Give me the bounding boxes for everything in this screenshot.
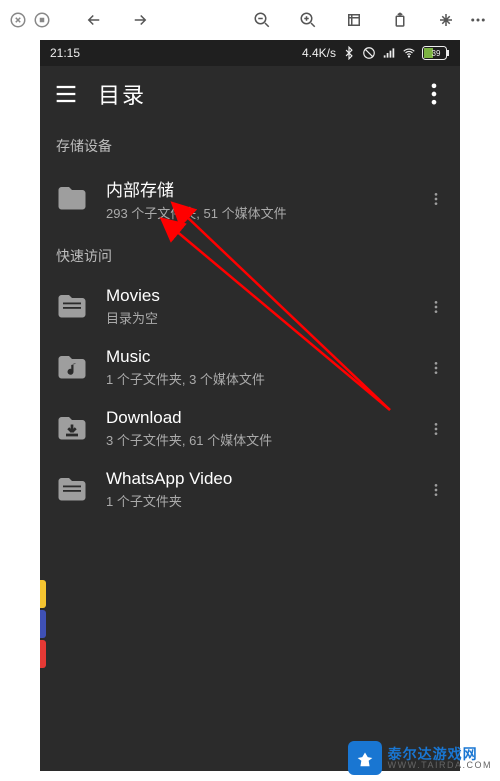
storage-internal[interactable]: 内部存储 293 个子文件夹, 51 个媒体文件 <box>40 166 460 232</box>
item-menu-icon[interactable] <box>424 409 448 449</box>
hamburger-icon[interactable] <box>52 80 80 108</box>
sparkle-icon[interactable] <box>432 6 460 34</box>
quick-item[interactable]: Download 3 个子文件夹, 61 个媒体文件 <box>40 398 460 459</box>
item-title: WhatsApp Video <box>106 469 410 489</box>
forward-icon[interactable] <box>126 6 154 34</box>
item-menu-icon[interactable] <box>424 348 448 388</box>
item-menu-icon[interactable] <box>424 470 448 510</box>
side-tab <box>40 580 46 608</box>
app-header: 目录 <box>40 66 460 122</box>
section-storage-label: 存储设备 <box>40 122 460 166</box>
zoom-in-icon[interactable] <box>294 6 322 34</box>
item-title: Movies <box>106 286 410 306</box>
item-subtitle: 3 个子文件夹, 61 个媒体文件 <box>106 430 410 449</box>
zoom-out-icon[interactable] <box>248 6 276 34</box>
clock: 21:15 <box>50 46 80 60</box>
item-title: 内部存储 <box>106 176 410 201</box>
fit-icon[interactable] <box>340 6 368 34</box>
item-title: Download <box>106 408 410 428</box>
item-menu-icon[interactable] <box>424 179 448 219</box>
status-bar: 21:15 4.4K/s 39 <box>40 40 460 66</box>
page-title: 目录 <box>98 78 146 110</box>
stop-icon[interactable] <box>32 10 52 30</box>
movies-folder-icon <box>52 470 92 510</box>
overflow-icon[interactable] <box>464 6 492 34</box>
svg-text:39: 39 <box>432 49 441 58</box>
bluetooth-icon <box>342 46 356 60</box>
music-folder-icon <box>52 348 92 388</box>
quick-item[interactable]: Music 1 个子文件夹, 3 个媒体文件 <box>40 337 460 398</box>
wifi-icon <box>402 46 416 60</box>
browser-toolbar <box>0 0 500 40</box>
phone-screen: 21:15 4.4K/s 39 目录 存储设备 内部存储 293 个 <box>40 40 460 771</box>
quick-item[interactable]: WhatsApp Video 1 个子文件夹 <box>40 459 460 520</box>
back-icon[interactable] <box>80 6 108 34</box>
quick-item[interactable]: Movies 目录为空 <box>40 276 460 337</box>
net-speed: 4.4K/s <box>302 46 336 60</box>
side-tab <box>40 610 46 638</box>
side-tab <box>40 640 46 668</box>
watermark-text-cn: 泰尔达游戏网 <box>388 747 492 761</box>
close-tab-icon[interactable] <box>8 10 28 30</box>
section-quick-label: 快速访问 <box>40 232 460 276</box>
watermark: 泰尔达游戏网 WWW.TAIRDA.COM <box>348 741 492 775</box>
item-subtitle: 1 个子文件夹 <box>106 491 410 510</box>
item-menu-icon[interactable] <box>424 287 448 327</box>
download-folder-icon <box>52 409 92 449</box>
rotate-icon[interactable] <box>386 6 414 34</box>
movies-folder-icon <box>52 287 92 327</box>
watermark-badge-icon <box>348 741 382 775</box>
item-title: Music <box>106 347 410 367</box>
item-subtitle: 目录为空 <box>106 308 410 327</box>
more-vert-icon[interactable] <box>420 80 448 108</box>
watermark-text-en: WWW.TAIRDA.COM <box>388 761 492 770</box>
dnd-icon <box>362 46 376 60</box>
battery-icon: 39 <box>422 46 450 60</box>
signal-icon <box>382 46 396 60</box>
item-subtitle: 293 个子文件夹, 51 个媒体文件 <box>106 203 410 222</box>
folder-icon <box>52 179 92 219</box>
item-subtitle: 1 个子文件夹, 3 个媒体文件 <box>106 369 410 388</box>
